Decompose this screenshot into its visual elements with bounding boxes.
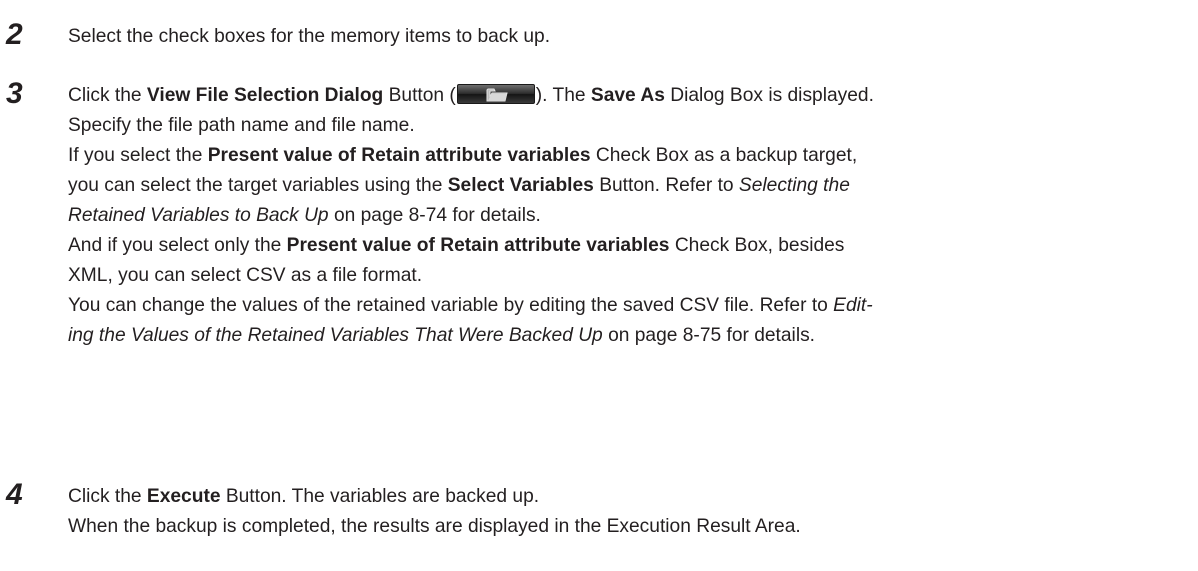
step-line: ing the Values of the Retained Variables… <box>68 325 816 346</box>
step-line: You can change the values of the retaine… <box>68 295 873 316</box>
cross-reference: Retained Variables to Back Up <box>68 205 329 226</box>
step-line: Specify the file path name and file name… <box>68 115 415 136</box>
step-line: Click the View File Selection Dialog But… <box>68 84 874 106</box>
ui-term: Save As <box>590 85 665 106</box>
step-line: And if you select only the Present value… <box>68 235 845 256</box>
view-file-selection-dialog-button <box>456 84 535 104</box>
step-body: Click the Execute Button. The variables … <box>68 482 1194 542</box>
step-line: Click the Execute Button. The variables … <box>68 486 540 507</box>
folder-open-icon <box>486 88 508 102</box>
cross-reference: Edit- <box>833 295 873 316</box>
step-number: 3 <box>6 77 23 110</box>
step-line: you can select the target variables usin… <box>68 175 850 196</box>
ui-term: Present value of Retain attribute variab… <box>207 145 591 166</box>
step-number: 4 <box>6 478 23 511</box>
step-body: Click the View File Selection Dialog But… <box>68 81 1194 351</box>
ui-term: Execute <box>146 486 221 507</box>
step-line: XML, you can select CSV as a file format… <box>68 265 423 286</box>
ui-term: Select Variables <box>447 175 594 196</box>
ui-term: Present value of Retain attribute variab… <box>286 235 670 256</box>
cross-reference: ing the Values of the Retained Variables… <box>68 325 603 346</box>
step-number: 2 <box>6 18 23 51</box>
step-line: If you select the Present value of Retai… <box>68 145 858 166</box>
cross-reference: Selecting the <box>738 175 850 196</box>
step-line: When the backup is completed, the result… <box>68 516 801 537</box>
step-line: Retained Variables to Back Up on page 8-… <box>68 205 541 226</box>
step-text: Select the check boxes for the memory it… <box>68 26 551 47</box>
ui-term: View File Selection Dialog <box>146 85 384 106</box>
step-body: Select the check boxes for the memory it… <box>68 22 1194 52</box>
